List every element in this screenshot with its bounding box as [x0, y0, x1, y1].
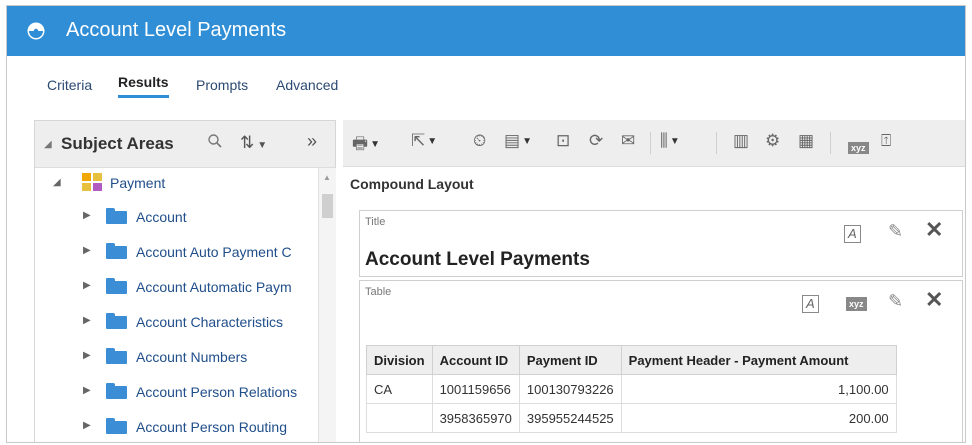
column-header-account-id[interactable]: Account ID: [431, 345, 520, 375]
compound-layout-label: Compound Layout: [350, 176, 474, 192]
tab-bar: Criteria Results Prompts Advanced: [7, 74, 965, 107]
sort-icon[interactable]: ⇅ ▼: [240, 133, 267, 153]
properties-icon[interactable]: ▤ ▼: [504, 131, 532, 151]
expand-panel-icon[interactable]: »: [307, 131, 317, 152]
scrollbar-thumb[interactable]: [322, 194, 333, 218]
subject-areas-panel: ◢ Subject Areas ⇅ ▼ » ◢ Payment ▶ Accoun…: [34, 120, 336, 442]
expand-triangle-icon[interactable]: ▶: [83, 350, 91, 361]
tree-node-account[interactable]: ▶ Account: [35, 198, 317, 233]
column-header-payment-id[interactable]: Payment ID: [518, 345, 622, 375]
tab-criteria[interactable]: Criteria: [47, 77, 92, 98]
expand-triangle-icon[interactable]: ▶: [83, 210, 91, 221]
print-icon[interactable]: 🖶 ▼: [352, 131, 380, 160]
subject-area-tree: ◢ Payment ▶ Account ▶ Account Auto Payme…: [35, 168, 317, 442]
table-cell: 1001159656: [431, 374, 520, 404]
narrative-icon[interactable]: xyz: [848, 136, 869, 156]
preview-icon[interactable]: ⊡: [556, 131, 570, 151]
title-view-text: Account Level Payments: [365, 249, 590, 270]
tree-node-label: Account Numbers: [136, 349, 248, 365]
results-panel: 🖶 ▼ ⇱ ▼ ⏲ ▤ ▼ ⊡ ⟳ ✉ ⫼ ▼ ▥ ⚙ ▦ xyz ⍐ Compound…: [343, 120, 965, 442]
scroll-up-icon[interactable]: ▲: [323, 173, 331, 182]
tree-node-account-person-routing[interactable]: ▶ Account Person Routing: [35, 408, 317, 442]
edit-pencil-icon[interactable]: ✎: [888, 221, 903, 242]
tree-node-account-characteristics[interactable]: ▶ Account Characteristics: [35, 303, 317, 338]
table-cell: [366, 403, 433, 433]
title-icon[interactable]: ⍐: [881, 131, 891, 151]
table-view[interactable]: Table A xyz ✎ ✕ Division Account ID Paym…: [359, 280, 963, 442]
filter-icon[interactable]: ▥: [733, 131, 749, 151]
refresh-icon[interactable]: ⟳: [589, 131, 603, 151]
tree-node-label: Payment: [110, 175, 166, 191]
column-header-division[interactable]: Division: [366, 345, 433, 375]
tree-node-label: Account Person Relations: [136, 384, 298, 400]
folder-icon: [106, 208, 127, 224]
tab-results[interactable]: Results: [118, 74, 169, 98]
tree-node-account-numbers[interactable]: ▶ Account Numbers: [35, 338, 317, 373]
toolbar-separator: [716, 132, 717, 154]
folder-icon: [106, 243, 127, 259]
page-title: Account Level Payments: [66, 19, 287, 41]
subject-areas-header: ◢ Subject Areas ⇅ ▼ »: [35, 121, 335, 168]
table-header-row: Division Account ID Payment ID Payment H…: [366, 345, 897, 375]
analysis-editor: Account Level Payments Criteria Results …: [6, 5, 966, 443]
tree-node-payment[interactable]: ◢ Payment: [35, 168, 317, 198]
tree-node-account-person-relations[interactable]: ▶ Account Person Relations: [35, 373, 317, 408]
tree-node-account-auto-payment[interactable]: ▶ Account Auto Payment C: [35, 233, 317, 268]
close-icon[interactable]: ✕: [925, 287, 943, 313]
expand-triangle-icon[interactable]: ▶: [83, 420, 91, 431]
export-icon[interactable]: ⇱ ▼: [411, 131, 437, 151]
folder-icon: [106, 313, 127, 329]
results-table: Division Account ID Payment ID Payment H…: [366, 345, 897, 433]
title-bar: Account Level Payments: [7, 6, 965, 56]
tree-node-label: Account: [136, 209, 187, 225]
calc-icon[interactable]: ▦: [798, 131, 814, 151]
tree-node-account-automatic-payment[interactable]: ▶ Account Automatic Paym: [35, 268, 317, 303]
format-text-icon[interactable]: A: [802, 295, 819, 313]
view-type-label: Table: [365, 286, 392, 298]
expand-triangle-icon[interactable]: ▶: [83, 385, 91, 396]
table-cell: 200.00: [620, 403, 897, 433]
table-cell: 395955244525: [518, 403, 622, 433]
results-toolbar: 🖶 ▼ ⇱ ▼ ⏲ ▤ ▼ ⊡ ⟳ ✉ ⫼ ▼ ▥ ⚙ ▦ xyz ⍐: [343, 120, 965, 167]
folder-icon: [106, 348, 127, 364]
close-icon[interactable]: ✕: [925, 217, 943, 243]
tab-advanced[interactable]: Advanced: [276, 77, 338, 98]
toolbar-separator: [650, 132, 651, 154]
table-cell: 1,100.00: [620, 374, 897, 404]
title-view[interactable]: Title A ✎ ✕ Account Level Payments: [359, 210, 963, 277]
folder-icon: [106, 383, 127, 399]
folder-icon: [106, 418, 127, 434]
table-cell: 100130793226: [518, 374, 622, 404]
tab-prompts[interactable]: Prompts: [196, 77, 248, 98]
view-type-label: Title: [365, 216, 386, 228]
subject-area-icon: [82, 173, 102, 191]
tree-node-label: Account Characteristics: [136, 314, 284, 330]
expand-triangle-icon[interactable]: ▶: [83, 245, 91, 256]
search-icon[interactable]: [207, 133, 223, 154]
analysis-logo-icon: [27, 22, 45, 40]
column-header-payment-amount[interactable]: Payment Header - Payment Amount: [620, 345, 897, 375]
new-view-icon[interactable]: ⫼ ▼: [660, 131, 680, 151]
tree-node-label: Account Auto Payment C: [136, 244, 292, 260]
tree-scrollbar[interactable]: ▲: [318, 168, 336, 442]
edit-pencil-icon[interactable]: ✎: [888, 291, 903, 312]
expanded-triangle-icon[interactable]: ◢: [53, 177, 61, 188]
format-text-icon[interactable]: A: [844, 225, 861, 243]
expand-triangle-icon[interactable]: ▶: [83, 315, 91, 326]
collapse-triangle-icon[interactable]: ◢: [44, 139, 52, 150]
toolbar-separator: [830, 132, 831, 154]
table-cell: 3958365970: [431, 403, 520, 433]
schedule-icon[interactable]: ⏲: [473, 131, 486, 151]
selection-icon[interactable]: ⚙: [765, 131, 780, 151]
mail-icon[interactable]: ✉: [621, 131, 635, 151]
table-cell: CA: [366, 374, 433, 404]
subject-areas-title: Subject Areas: [61, 134, 174, 153]
tree-node-label: Account Automatic Paym: [136, 279, 292, 295]
expand-triangle-icon[interactable]: ▶: [83, 280, 91, 291]
narrative-format-icon[interactable]: xyz: [846, 297, 867, 311]
tree-node-label: Account Person Routing: [136, 419, 287, 435]
table-row: CA 1001159656 100130793226 1,100.00: [366, 374, 897, 404]
folder-icon: [106, 278, 127, 294]
table-row: 3958365970 395955244525 200.00: [366, 403, 897, 433]
